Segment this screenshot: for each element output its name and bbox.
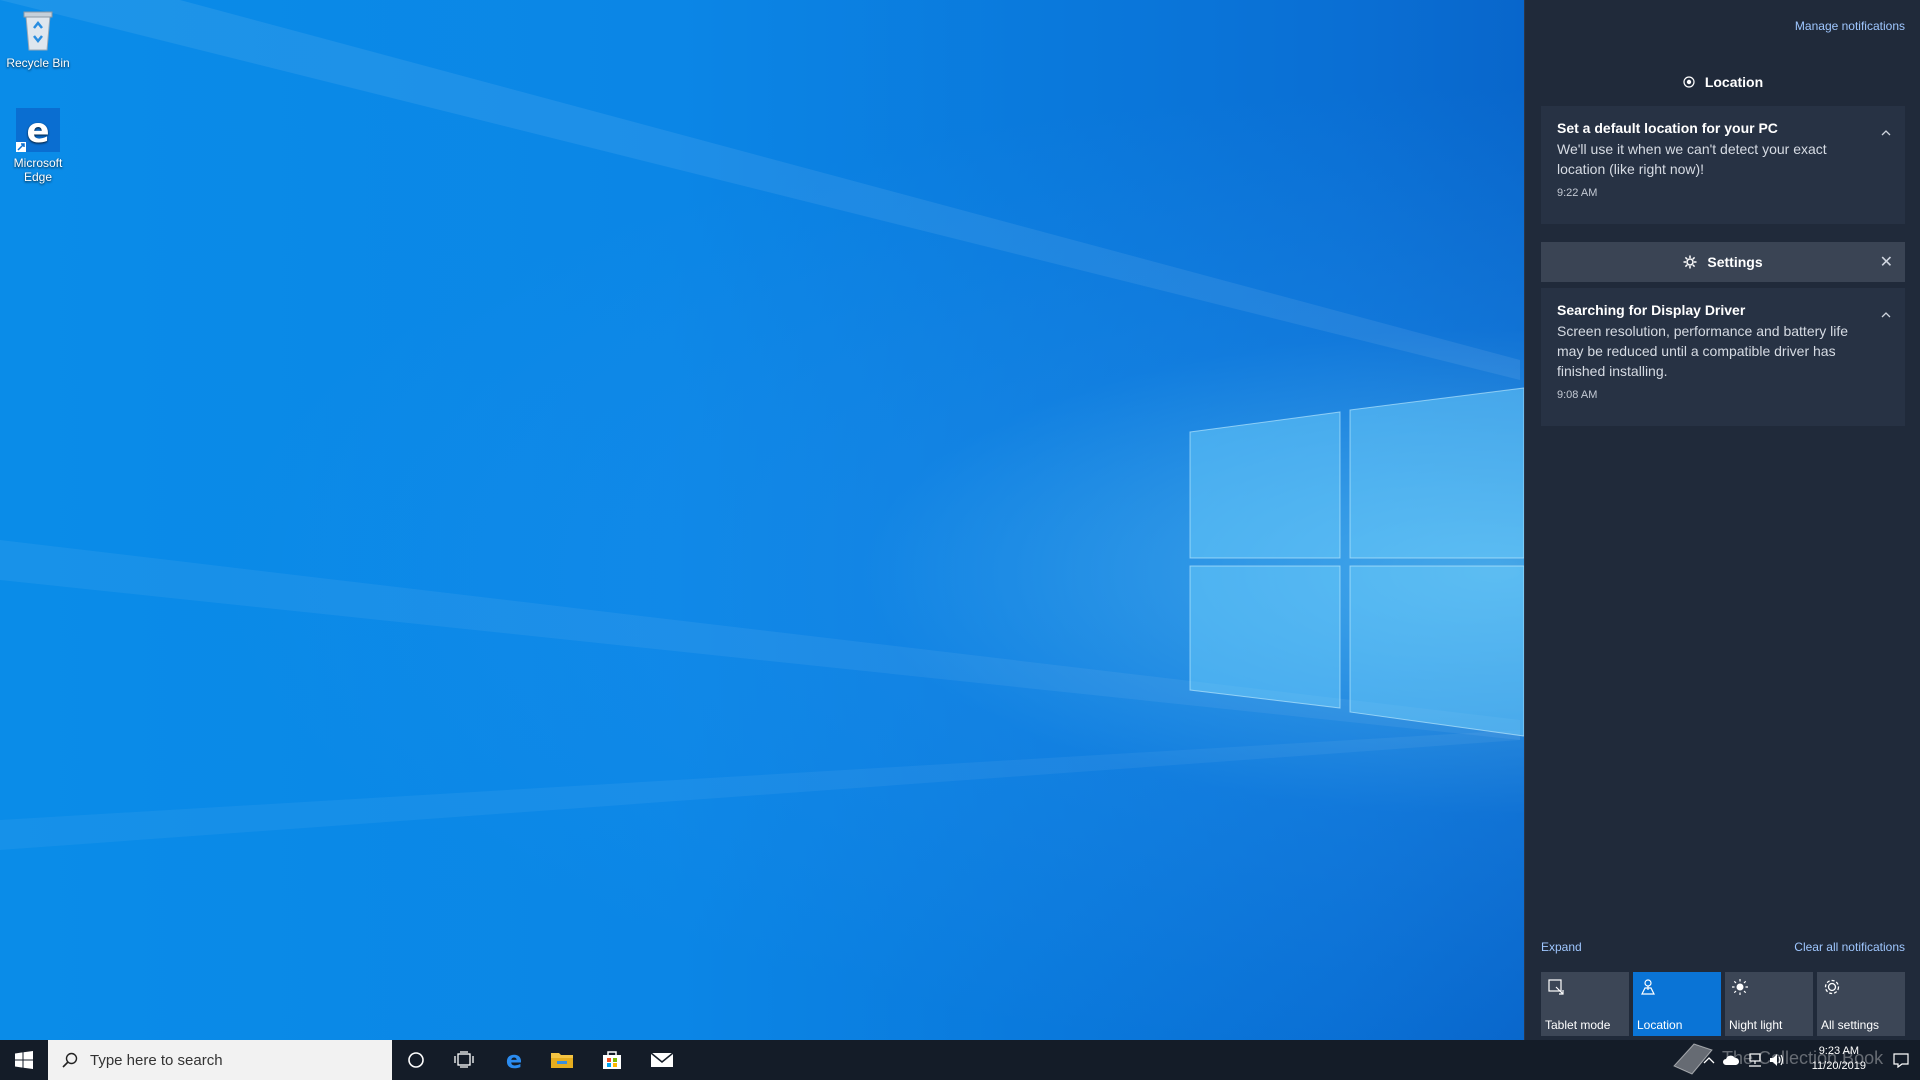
start-button[interactable]: [0, 1040, 48, 1080]
notification-title: Searching for Display Driver: [1557, 302, 1746, 318]
mail-icon: [650, 1052, 674, 1067]
svg-text:e: e: [26, 111, 49, 151]
edge-icon: e: [506, 1048, 522, 1072]
taskbar: e: [0, 1040, 1920, 1080]
edge-label-line1: Microsoft: [13, 156, 63, 170]
windows-logo-icon: [15, 1051, 33, 1069]
notification-card-display-driver[interactable]: Searching for Display Driver Screen reso…: [1541, 288, 1905, 426]
task-view-button[interactable]: [440, 1040, 488, 1080]
svg-text:e: e: [506, 1048, 522, 1072]
manage-notifications-link[interactable]: Manage notifications: [1795, 19, 1905, 33]
cortana-button[interactable]: [392, 1040, 440, 1080]
recycle-bin-label: Recycle Bin: [6, 56, 70, 70]
notification-time: 9:08 AM: [1557, 389, 1598, 401]
tablet-mode-icon: [1548, 979, 1564, 995]
notification-group-location[interactable]: Location: [1541, 62, 1905, 102]
file-explorer-icon: [551, 1053, 573, 1068]
quick-action-label: All settings: [1821, 1018, 1880, 1032]
chevron-up-icon[interactable]: [1881, 310, 1891, 320]
gear-icon: [1824, 979, 1840, 995]
desktop-icon-recycle-bin[interactable]: Recycle Bin: [4, 6, 72, 70]
chevron-up-icon[interactable]: [1881, 128, 1891, 138]
edge-taskbar-button[interactable]: e: [490, 1040, 538, 1080]
search-input[interactable]: [88, 1050, 352, 1070]
gear-icon: [1683, 255, 1697, 269]
quick-action-all-settings[interactable]: All settings: [1817, 972, 1905, 1036]
location-dot-icon: [1683, 76, 1695, 88]
desktop-icon-microsoft-edge[interactable]: e Microsoft Edge: [4, 106, 72, 184]
quick-action-label: Location: [1637, 1018, 1683, 1032]
search-icon: [62, 1052, 78, 1068]
file-explorer-button[interactable]: [538, 1040, 586, 1080]
group-title-settings: Settings: [1707, 254, 1763, 270]
notification-group-settings[interactable]: Settings ✕: [1541, 242, 1905, 282]
mail-button[interactable]: [638, 1040, 686, 1080]
expand-link[interactable]: Expand: [1541, 940, 1582, 954]
quick-action-night-light[interactable]: Night light: [1725, 972, 1813, 1036]
watermark-text: The Collection Book: [1722, 1047, 1884, 1068]
cortana-icon: [408, 1052, 424, 1068]
quick-action-location[interactable]: Location: [1633, 972, 1721, 1036]
store-icon: [603, 1051, 621, 1069]
notification-card-location[interactable]: Set a default location for your PC We'll…: [1541, 106, 1905, 224]
close-icon[interactable]: ✕: [1880, 252, 1893, 272]
book-logo-icon: [1673, 1043, 1713, 1075]
action-center: Manage notifications Location Set a defa…: [1524, 0, 1920, 1040]
quick-actions: Tablet mode Location Night light All set…: [1541, 972, 1905, 1036]
task-view-icon: [454, 1051, 474, 1068]
store-button[interactable]: [588, 1040, 636, 1080]
watermark: The Collection Book: [1670, 1036, 1910, 1080]
recycle-bin-icon: [23, 11, 53, 51]
edge-label-line2: Edge: [23, 170, 53, 184]
edge-icon: e: [16, 108, 60, 152]
night-light-icon: [1732, 979, 1748, 995]
notification-body: We'll use it when we can't detect your e…: [1557, 141, 1827, 177]
clear-all-notifications-link[interactable]: Clear all notifications: [1794, 940, 1905, 954]
location-icon: [1641, 979, 1655, 995]
quick-action-label: Night light: [1729, 1018, 1783, 1032]
notification-time: 9:22 AM: [1557, 187, 1598, 199]
notification-body: Screen resolution, performance and batte…: [1557, 323, 1849, 379]
quick-action-label: Tablet mode: [1545, 1018, 1611, 1032]
taskbar-search-box[interactable]: [48, 1040, 392, 1080]
notification-title: Set a default location for your PC: [1557, 120, 1778, 136]
quick-action-tablet-mode[interactable]: Tablet mode: [1541, 972, 1629, 1036]
group-title-location: Location: [1704, 74, 1764, 90]
